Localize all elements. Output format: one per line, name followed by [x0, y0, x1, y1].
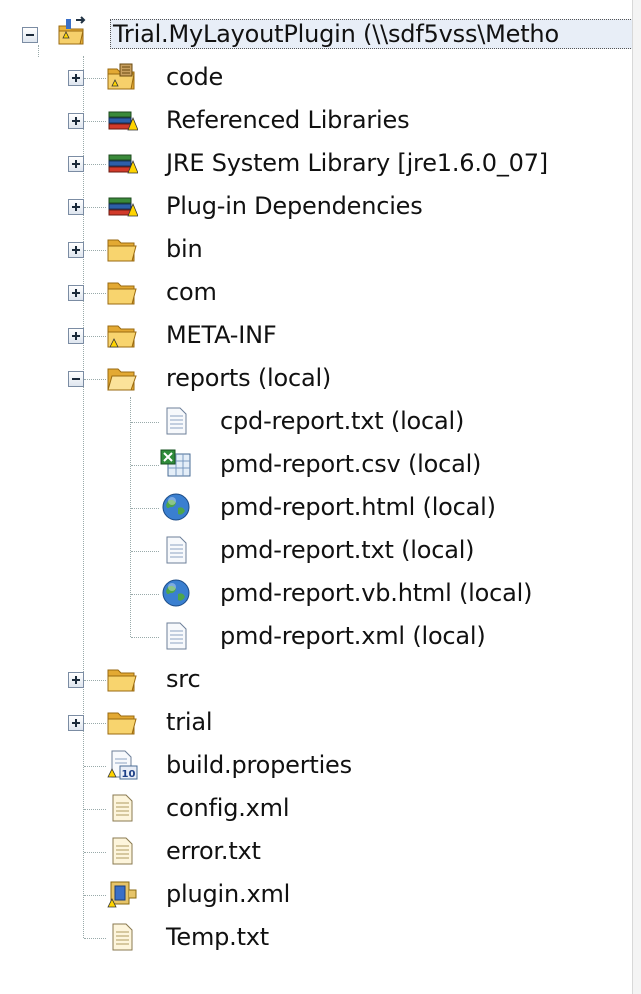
tree-row-temp-txt[interactable]: Temp.txt: [0, 917, 641, 957]
tree-item-label: Plug-in Dependencies: [166, 192, 423, 220]
tree-row-plugin-xml[interactable]: plugin.xml: [0, 874, 641, 914]
text-file-icon: [112, 923, 133, 951]
tree-item-label: config.xml: [166, 794, 290, 822]
expand-toggle[interactable]: [68, 242, 84, 258]
expand-toggle[interactable]: [68, 156, 84, 172]
tree-row-config-xml[interactable]: config.xml: [0, 788, 641, 828]
tree-row-root[interactable]: Trial.MyLayoutPlugin (\\sdf5vss\Metho: [0, 14, 641, 54]
tree-row-cpd-report-txt[interactable]: cpd-report.txt (local): [0, 401, 641, 441]
expand-toggle[interactable]: [68, 715, 84, 731]
tree-item-label: error.txt: [166, 837, 261, 865]
tree-row-pmd-report-xml[interactable]: pmd-report.xml (local): [0, 616, 641, 656]
tree-item-label: pmd-report.csv (local): [220, 450, 482, 478]
tree-row-code[interactable]: code: [0, 57, 641, 97]
tree-row-src[interactable]: src: [0, 659, 641, 699]
tree-row-bin[interactable]: bin: [0, 229, 641, 269]
vertical-scrollbar[interactable]: [632, 0, 641, 994]
spreadsheet-file-icon: [160, 449, 191, 477]
tree-row-meta-inf[interactable]: META-INF: [0, 315, 641, 355]
tree-item-label: reports (local): [166, 364, 332, 392]
tree-item-label: trial: [166, 708, 213, 736]
tree-row-pmd-report-txt[interactable]: pmd-report.txt (local): [0, 530, 641, 570]
tree-row-build-properties[interactable]: 10 build.properties: [0, 745, 641, 785]
tree-row-referenced-libraries[interactable]: Referenced Libraries: [0, 100, 641, 140]
tree-item-label: Temp.txt: [166, 923, 270, 951]
folder-open-icon: [107, 368, 137, 391]
tree-item-label: cpd-report.txt (local): [220, 407, 465, 435]
tree-item-label: JRE System Library [jre1.6.0_07]: [166, 149, 548, 177]
text-file-icon: [166, 622, 187, 650]
tree-row-pmd-report-html[interactable]: pmd-report.html (local): [0, 487, 641, 527]
expand-toggle[interactable]: [68, 199, 84, 215]
plugin-manifest-icon: [107, 881, 137, 908]
tree-row-pmd-report-vb-html[interactable]: pmd-report.vb.html (local): [0, 573, 641, 613]
project-explorer-tree: Trial.MyLayoutPlugin (\\sdf5vss\Metho co…: [0, 0, 641, 994]
text-file-icon: [112, 794, 133, 822]
tree-row-pmd-report-csv[interactable]: pmd-report.csv (local): [0, 444, 641, 484]
tree-item-label: pmd-report.txt (local): [220, 536, 475, 564]
plugin-project-icon: [58, 16, 86, 45]
globe-icon: [162, 493, 190, 521]
tree-item-label: pmd-report.xml (local): [220, 622, 486, 650]
expand-toggle[interactable]: [68, 328, 84, 344]
tree-row-trial[interactable]: trial: [0, 702, 641, 742]
tree-item-label: pmd-report.vb.html (local): [220, 579, 533, 607]
tree-item-label: bin: [166, 235, 203, 263]
tree-row-reports[interactable]: reports (local): [0, 358, 641, 398]
root-project-label: Trial.MyLayoutPlugin (\\sdf5vss\Metho: [110, 19, 641, 49]
tree-row-error-txt[interactable]: error.txt: [0, 831, 641, 871]
source-folder-icon: [107, 63, 135, 90]
svg-text:10: 10: [122, 769, 136, 780]
text-file-icon: [166, 536, 187, 564]
tree-item-label: src: [166, 665, 201, 693]
folder-icon: [107, 282, 137, 305]
tree-item-label: pmd-report.html (local): [220, 493, 496, 521]
tree-row-com[interactable]: com: [0, 272, 641, 312]
text-file-icon: [112, 837, 133, 865]
tree-row-jre-system-library[interactable]: JRE System Library [jre1.6.0_07]: [0, 143, 641, 183]
collapse-toggle[interactable]: [68, 371, 84, 387]
expand-toggle[interactable]: [68, 285, 84, 301]
library-icon: [108, 111, 138, 131]
globe-icon: [162, 579, 190, 607]
tree-item-label: com: [166, 278, 217, 306]
expand-toggle[interactable]: [68, 70, 84, 86]
folder-icon: [107, 669, 137, 692]
tree-item-label: build.properties: [166, 751, 352, 779]
folder-icon: [107, 712, 137, 735]
tree-row-plugin-dependencies[interactable]: Plug-in Dependencies: [0, 186, 641, 226]
properties-file-icon: 10: [107, 750, 138, 780]
tree-item-label: code: [166, 63, 224, 91]
expand-toggle[interactable]: [68, 113, 84, 129]
library-icon: [108, 197, 138, 217]
expand-toggle[interactable]: [68, 672, 84, 688]
tree-item-label: META-INF: [166, 321, 277, 349]
library-icon: [108, 154, 138, 174]
text-file-icon: [166, 407, 187, 435]
tree-item-label: plugin.xml: [166, 880, 291, 908]
folder-icon: [107, 239, 137, 262]
tree-item-label: Referenced Libraries: [166, 106, 410, 134]
collapse-toggle[interactable]: [22, 27, 38, 43]
folder-warning-icon: [107, 325, 137, 348]
